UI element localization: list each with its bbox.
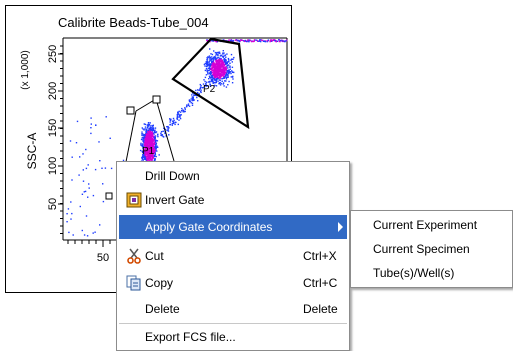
submenu-item-label: Current Specimen: [373, 242, 470, 256]
menu-item-copy[interactable]: Copy Ctrl+C: [119, 271, 347, 295]
menu-item-delete[interactable]: Delete Delete: [119, 297, 347, 321]
submenu-item-current-specimen[interactable]: Current Specimen: [353, 237, 510, 261]
submenu-item-label: Current Experiment: [373, 218, 478, 232]
menu-item-export-fcs-file[interactable]: Export FCS file...: [119, 325, 347, 349]
submenu-item-tubes-wells[interactable]: Tube(s)/Well(s): [353, 261, 510, 285]
menu-item-shortcut: Ctrl+C: [303, 276, 338, 290]
y-tick-label: 100: [47, 157, 59, 175]
menu-item-label: Apply Gate Coordinates: [145, 220, 273, 234]
gate-p1-label: P1: [142, 146, 155, 157]
menu-item-cut[interactable]: Cut Ctrl+X: [119, 244, 347, 268]
menu-item-shortcut: Ctrl+X: [303, 249, 337, 263]
gate-p2-polygon[interactable]: [171, 37, 250, 130]
menu-item-label: Delete: [145, 302, 180, 316]
y-axis-ticks: 250 200 150 100 50: [47, 45, 63, 234]
x-tick-label: 50: [97, 252, 109, 264]
y-tick-label: 150: [47, 119, 59, 137]
plot-title: Calibrite Beads-Tube_004: [58, 15, 209, 30]
y-tick-label: 200: [47, 82, 59, 100]
menu-item-apply-gate-coordinates[interactable]: Apply Gate Coordinates: [119, 215, 347, 239]
gate-handle[interactable]: [105, 192, 113, 200]
context-menu: Drill Down Invert Gate Apply Gate Coordi…: [116, 161, 350, 351]
invert-gate-icon: [126, 192, 142, 208]
scissors-icon: [126, 248, 142, 264]
menu-item-drill-down[interactable]: Drill Down: [119, 164, 347, 188]
y-tick-label: 250: [47, 45, 59, 63]
gate-p2-label: P2: [203, 84, 216, 95]
y-axis-multiplier: (x 1,000): [20, 50, 31, 89]
menu-item-label: Export FCS file...: [145, 330, 236, 344]
menu-item-label: Cut: [145, 249, 164, 263]
submenu-arrow-icon: [338, 222, 343, 232]
x-axis-ticks: 50: [67, 240, 118, 264]
y-axis-label: SSC-A: [25, 133, 39, 170]
y-tick-label: 50: [47, 198, 59, 210]
copy-icon: [126, 275, 142, 291]
gate-p1-handle[interactable]: [126, 106, 135, 115]
apply-gate-coordinates-submenu: Current Experiment Current Specimen Tube…: [350, 210, 513, 288]
submenu-item-current-experiment[interactable]: Current Experiment: [353, 213, 510, 237]
submenu-item-label: Tube(s)/Well(s): [373, 266, 455, 280]
menu-item-invert-gate[interactable]: Invert Gate: [119, 188, 347, 212]
menu-item-label: Drill Down: [145, 169, 200, 183]
gate-p1-handle[interactable]: [152, 95, 161, 104]
menu-item-label: Copy: [145, 276, 174, 290]
menu-separator: [119, 323, 347, 324]
menu-item-label: Invert Gate: [145, 193, 205, 207]
menu-item-shortcut: Delete: [303, 302, 338, 316]
